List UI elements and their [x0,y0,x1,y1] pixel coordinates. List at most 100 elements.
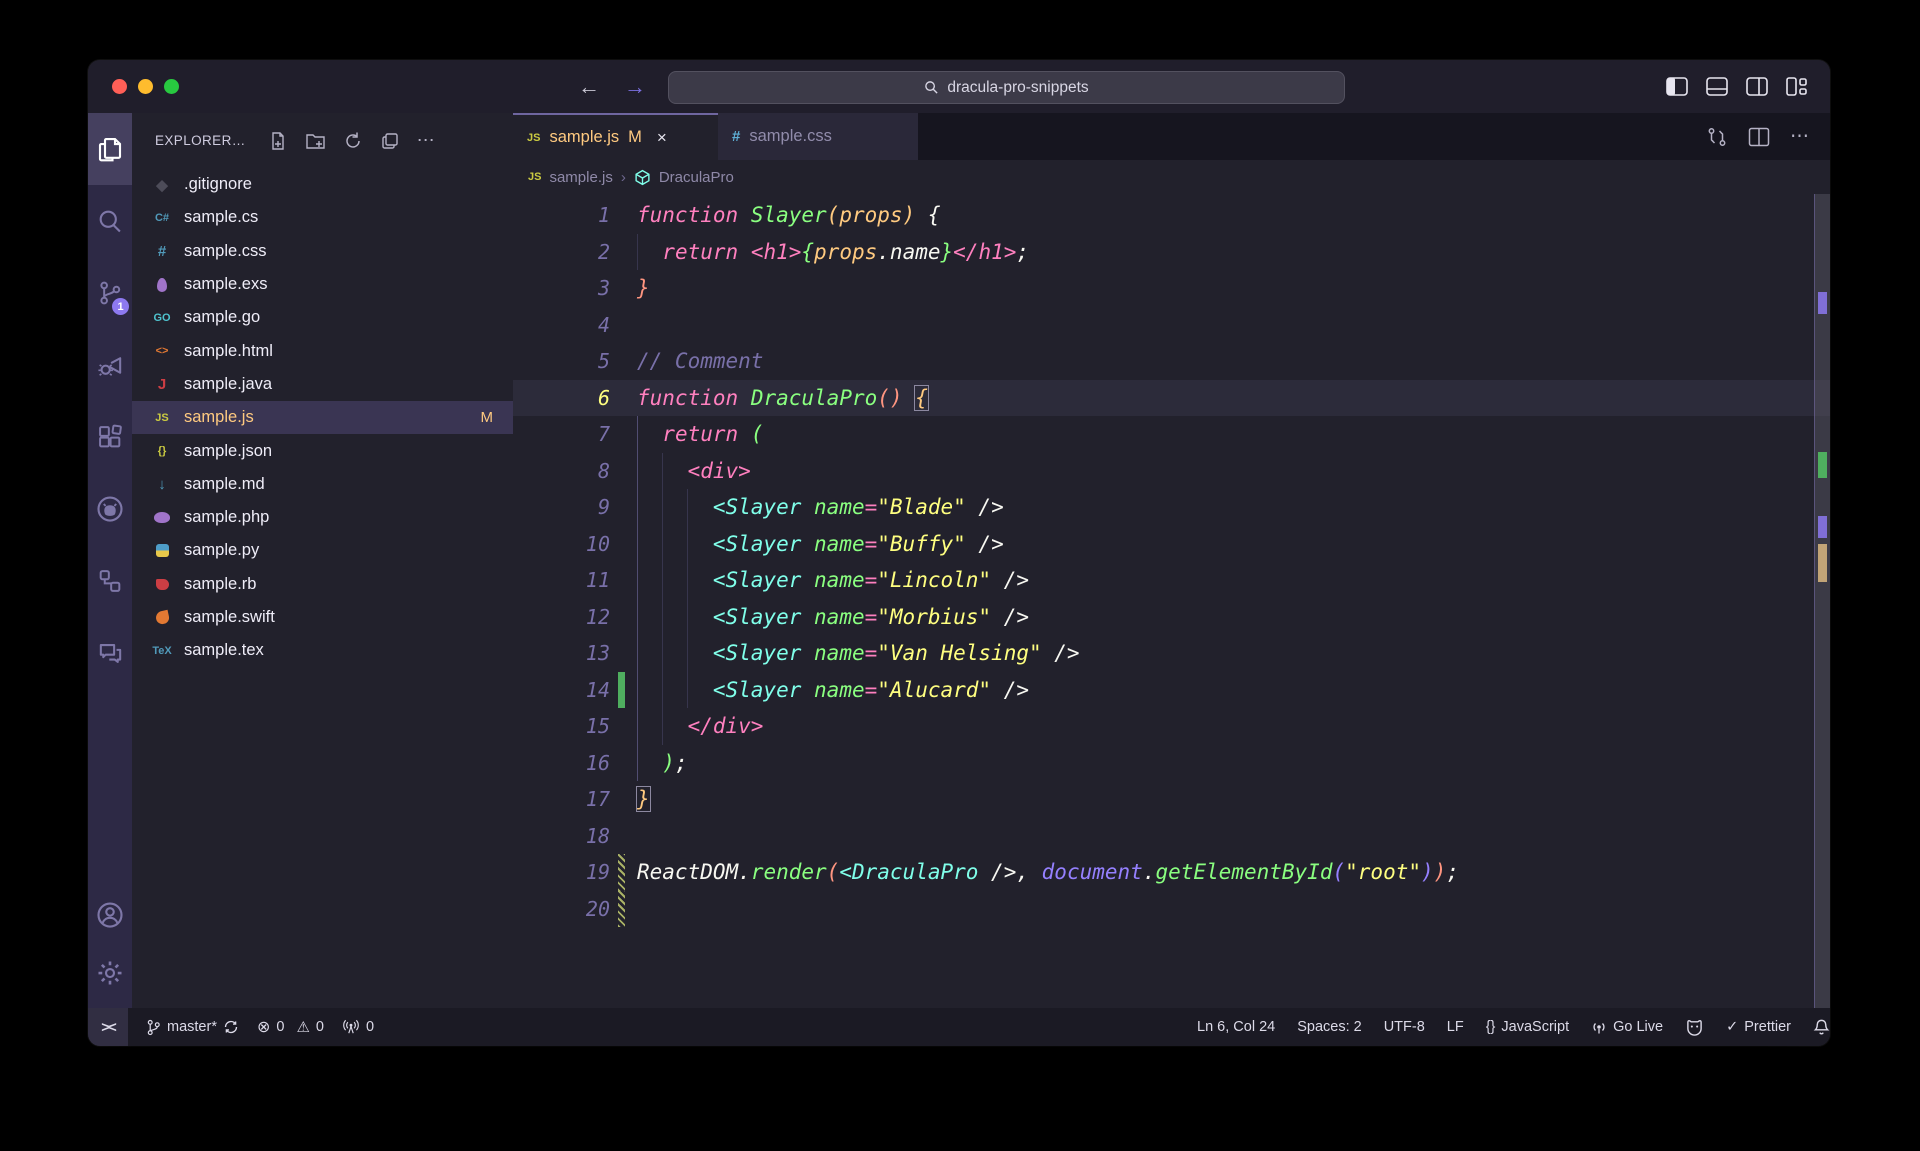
back-arrow-icon[interactable]: ← [578,74,600,100]
file-item-sample.tex[interactable]: TeXsample.tex [132,634,513,667]
file-item-sample.php[interactable]: sample.php [132,501,513,534]
line-number: 9 [513,495,610,519]
refresh-icon[interactable] [343,131,363,151]
line-number: 16 [513,751,610,775]
zoom-button[interactable] [164,79,179,94]
cursor-position[interactable]: Ln 6, Col 24 [1197,1019,1275,1035]
language-mode[interactable]: {} JavaScript [1486,1019,1569,1035]
code-line-7[interactable]: 7 return ( [513,416,1830,453]
gutter-decoration [610,854,637,891]
code-line-13[interactable]: 13 <Slayer name="Van Helsing" /> [513,635,1830,672]
file-item-sample.java[interactable]: Jsample.java [132,368,513,401]
activity-explorer[interactable] [88,113,132,185]
command-center-search[interactable]: dracula-pro-snippets [668,71,1345,104]
symbol-cube-icon [634,169,651,186]
close-button[interactable] [112,79,127,94]
ports-status[interactable]: 0 [342,1019,374,1035]
activity-extensions[interactable] [88,401,132,473]
code-line-2[interactable]: 2 return <h1>{props.name}</h1>; [513,234,1830,271]
activity-remote-explorer[interactable] [88,545,132,617]
file-item-sample.py[interactable]: sample.py [132,534,513,567]
code-line-1[interactable]: 1function Slayer(props) { [513,197,1830,234]
eol-sequence[interactable]: LF [1447,1019,1464,1035]
code-line-10[interactable]: 10 <Slayer name="Buffy" /> [513,526,1830,563]
file-item-sample.exs[interactable]: sample.exs [132,268,513,301]
overview-mark [1818,544,1827,582]
close-tab-icon[interactable]: × [657,128,667,148]
file-item-sample.css[interactable]: #sample.css [132,235,513,268]
collapse-folders-icon[interactable] [380,131,400,151]
code-line-5[interactable]: 5// Comment [513,343,1830,380]
remote-indicator[interactable]: >< [88,1008,128,1046]
settings-button[interactable] [88,944,132,1002]
code-line-9[interactable]: 9 <Slayer name="Blade" /> [513,489,1830,526]
code-line-16[interactable]: 16 ); [513,745,1830,782]
activity-comments[interactable] [88,617,132,689]
code-line-20[interactable]: 20 [513,891,1830,928]
file-item-sample.js[interactable]: JSsample.jsM [132,401,513,434]
file-item-sample.cs[interactable]: C#sample.cs [132,201,513,234]
editor-more-actions-icon[interactable]: ⋯ [1790,125,1810,148]
gutter-decoration [610,599,637,636]
code-line-4[interactable]: 4 [513,307,1830,344]
code-line-19[interactable]: 19ReactDOM.render(<DraculaPro />, docume… [513,854,1830,891]
javascript-file-icon: JS [150,412,174,424]
go-live-button[interactable]: Go Live [1591,1019,1663,1035]
editor-scrollbar[interactable] [1814,194,1830,1008]
file-item-sample.md[interactable]: ↓sample.md [132,468,513,501]
code-line-8[interactable]: 8 <div> [513,453,1830,490]
status-bar: >< master* ⊗ 0 ⚠ 0 [88,1008,1830,1046]
minimize-button[interactable] [138,79,153,94]
notifications-button[interactable] [1813,1018,1830,1036]
activity-source-control[interactable]: 1 [88,257,132,329]
file-item-sample.html[interactable]: <>sample.html [132,334,513,367]
open-changes-icon[interactable] [1706,126,1728,148]
code-line-14[interactable]: 14 <Slayer name="Alucard" /> [513,672,1830,709]
encoding[interactable]: UTF-8 [1384,1019,1425,1035]
breadcrumb-symbol[interactable]: DraculaPro [659,169,734,186]
activity-search[interactable] [88,185,132,257]
feedback-button[interactable] [1685,1019,1704,1036]
forward-arrow-icon[interactable]: → [624,74,646,100]
code-line-11[interactable]: 11 <Slayer name="Lincoln" /> [513,562,1830,599]
search-icon [96,207,124,235]
accounts-button[interactable] [88,886,132,944]
toggle-panel-icon[interactable] [1706,77,1728,96]
file-item-sample.go[interactable]: GOsample.go [132,301,513,334]
more-actions-icon[interactable]: ⋯ [417,130,436,151]
new-file-icon[interactable] [268,131,288,151]
chevron-right-icon: › [621,169,626,186]
code-line-12[interactable]: 12 <Slayer name="Morbius" /> [513,599,1830,636]
indentation[interactable]: Spaces: 2 [1297,1019,1362,1035]
file-item-sample.json[interactable]: {}sample.json [132,434,513,467]
git-file-icon: ◆ [150,176,174,194]
vscode-window: ← → dracula-pro-snippets [88,60,1830,1046]
breadcrumbs: JS sample.js › DraculaPro [513,160,1830,194]
activity-run-debug[interactable] [88,329,132,401]
code-line-17[interactable]: 17} [513,781,1830,818]
file-item-sample.swift[interactable]: sample.swift [132,601,513,634]
prettier-status[interactable]: ✓ Prettier [1726,1019,1791,1035]
toggle-secondary-sidebar-icon[interactable] [1746,77,1768,96]
new-folder-icon[interactable] [305,131,326,151]
code-line-18[interactable]: 18 [513,818,1830,855]
ruby-file-icon [150,579,174,590]
code-line-3[interactable]: 3} [513,270,1830,307]
tab-sample-js[interactable]: JS sample.js M × [513,113,718,160]
code-line-6[interactable]: 6function DraculaPro() { [513,380,1830,417]
file-item-sample.rb[interactable]: sample.rb [132,568,513,601]
breadcrumb-file[interactable]: sample.js [549,169,612,186]
code-editor[interactable]: 1function Slayer(props) {2 return <h1>{p… [513,194,1830,1008]
file-name: sample.html [184,342,273,361]
split-editor-icon[interactable] [1748,127,1770,147]
problems-status[interactable]: ⊗ 0 ⚠ 0 [257,1017,324,1037]
gutter-decoration [610,489,637,526]
toggle-sidebar-icon[interactable] [1666,77,1688,96]
tab-sample-css[interactable]: # sample.css [718,113,918,160]
code-line-15[interactable]: 15 </div> [513,708,1830,745]
branch-status[interactable]: master* [146,1019,239,1036]
file-item-.gitignore[interactable]: ◆.gitignore [132,168,513,201]
activity-github[interactable] [88,473,132,545]
line-number: 17 [513,787,610,811]
customize-layout-icon[interactable] [1786,77,1808,96]
